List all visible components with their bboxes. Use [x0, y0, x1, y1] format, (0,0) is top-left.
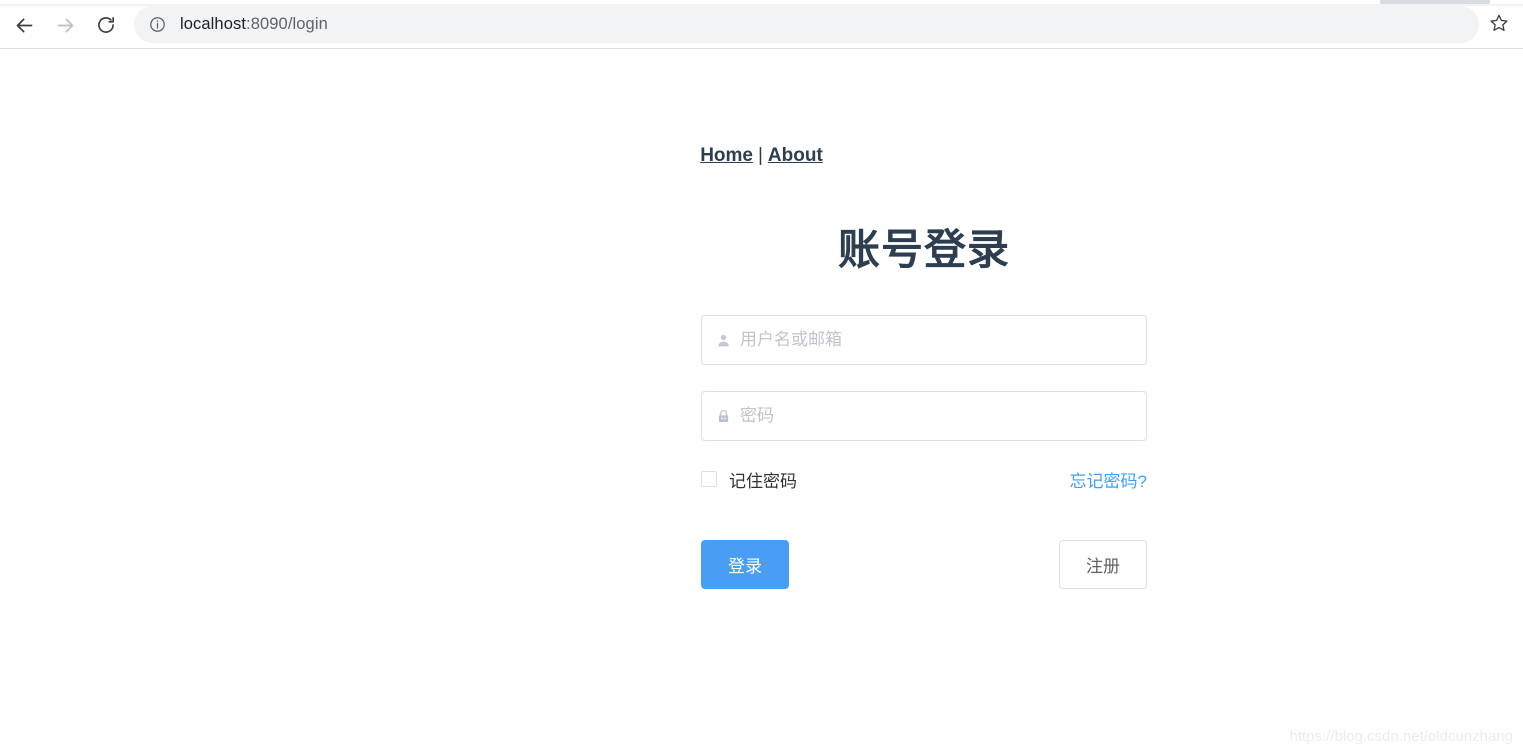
- info-circle-icon[interactable]: [148, 16, 166, 34]
- lock-icon: [715, 408, 731, 424]
- forward-arrow-icon: [55, 15, 76, 36]
- nav-link-about[interactable]: About: [768, 145, 823, 166]
- nav-link-home[interactable]: Home: [700, 145, 753, 166]
- login-actions-row: 登录 注册: [701, 540, 1147, 589]
- forward-button[interactable]: [49, 9, 81, 41]
- address-bar-url[interactable]: localhost:8090/login: [180, 15, 328, 34]
- remember-me-checkbox[interactable]: [701, 471, 717, 487]
- page-viewport: Home|About 账号登录: [0, 49, 1523, 751]
- forgot-password-link[interactable]: 忘记密码?: [1070, 467, 1147, 492]
- watermark-text: https://blog.csdn.net/oldcunzhang: [1290, 728, 1514, 745]
- site-nav: Home|About: [0, 145, 1523, 167]
- url-path: :8090/login: [246, 15, 328, 33]
- bookmark-star-button[interactable]: [1483, 9, 1515, 41]
- browser-toolbar: localhost:8090/login: [0, 0, 1523, 49]
- back-button[interactable]: [8, 9, 40, 41]
- remember-me-checkbox-wrap[interactable]: 记住密码: [701, 467, 797, 492]
- login-form: 账号登录: [701, 229, 1147, 589]
- page-title: 账号登录: [701, 229, 1147, 271]
- password-field-row[interactable]: [701, 391, 1147, 441]
- username-field-row[interactable]: [701, 315, 1147, 365]
- url-host: localhost: [180, 15, 246, 33]
- back-arrow-icon: [14, 15, 35, 36]
- tab-strip-edge: [0, 0, 1523, 5]
- user-icon: [715, 332, 731, 348]
- login-options-row: 记住密码 忘记密码?: [701, 467, 1147, 491]
- login-button[interactable]: 登录: [701, 540, 789, 589]
- star-outline-icon: [1489, 13, 1509, 38]
- address-bar[interactable]: localhost:8090/login: [134, 6, 1479, 43]
- reload-button[interactable]: [90, 9, 122, 41]
- nav-separator: |: [758, 145, 763, 167]
- register-button[interactable]: 注册: [1059, 540, 1147, 589]
- username-input[interactable]: [740, 317, 1146, 363]
- reload-icon: [96, 15, 116, 35]
- remember-me-label: 记住密码: [729, 467, 797, 492]
- password-input[interactable]: [740, 393, 1146, 439]
